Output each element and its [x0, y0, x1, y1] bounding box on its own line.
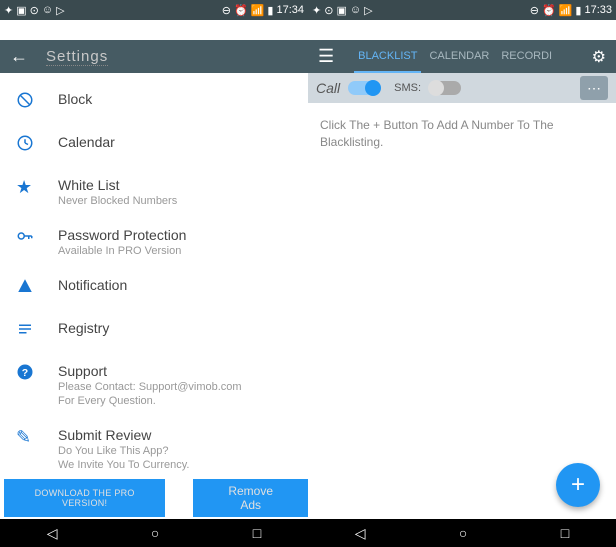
nav-back-right[interactable]: ◁ — [355, 525, 366, 542]
app-icon: ✦ — [312, 4, 321, 17]
gear-icon[interactable]: ⚙ — [592, 47, 606, 67]
whitelist-label: White List — [58, 177, 292, 193]
review-label: Submit Review — [58, 427, 292, 443]
setting-password[interactable]: Password Protection Available In PRO Ver… — [0, 217, 308, 267]
support-label: Support — [58, 363, 292, 379]
setting-notification[interactable]: Notification — [0, 267, 308, 310]
clock: 17:33 — [584, 4, 612, 16]
setting-support[interactable]: ? Support Please Contact: Support@vimob.… — [0, 353, 308, 417]
tabs-header: ☰ BLACKLIST CALENDAR RECORDI ⚙ — [308, 40, 616, 73]
review-sub1: Do You Like This App? — [58, 445, 292, 457]
nav-recent-left[interactable]: □ — [253, 525, 261, 541]
setting-block[interactable]: Block — [0, 81, 308, 124]
sms-toggle[interactable] — [429, 81, 461, 95]
clock: 17:34 — [276, 4, 304, 16]
battery-icon: ▮ — [267, 4, 273, 17]
play-icon: ▷ — [364, 4, 372, 17]
setting-whitelist[interactable]: ★ White List Never Blocked Numbers — [0, 167, 308, 217]
status-bar-right: ✦ ⊙ ▣ ☺ ▷ ⊖ ⏰ 📶 ▮ 17:33 — [308, 0, 616, 20]
setting-review[interactable]: ✎ Submit Review Do You Like This App? We… — [0, 417, 308, 481]
alarm-icon: ⏰ — [542, 4, 556, 17]
tab-recordi[interactable]: RECORDI — [497, 41, 556, 73]
whitelist-sub: Never Blocked Numbers — [58, 195, 292, 207]
add-fab[interactable]: + — [556, 463, 600, 507]
whatsapp-icon: ☺ — [42, 4, 53, 17]
nav-home-left[interactable]: ○ — [151, 525, 159, 541]
page-title: Settings — [46, 48, 108, 66]
image-icon: ▣ — [336, 4, 346, 17]
dnd-icon: ⊖ — [222, 4, 231, 17]
sms-label: SMS: — [394, 82, 421, 94]
call-label: Call — [316, 80, 340, 96]
password-label: Password Protection — [58, 227, 292, 243]
warning-icon — [16, 277, 40, 300]
setting-calendar[interactable]: Calendar — [0, 124, 308, 167]
nav-bar: ◁ ○ □ ◁ ○ □ — [0, 519, 616, 547]
svg-text:?: ? — [22, 367, 28, 379]
whatsapp-icon: ☺ — [350, 4, 361, 17]
more-button[interactable]: ⋯ — [580, 76, 608, 100]
star-icon: ★ — [16, 177, 40, 198]
location-icon: ⊙ — [324, 4, 333, 17]
image-icon: ▣ — [16, 4, 26, 17]
support-sub2: For Every Question. — [58, 395, 292, 407]
tab-calendar[interactable]: CALENDAR — [425, 41, 493, 73]
block-label: Block — [58, 91, 292, 107]
nav-recent-right[interactable]: □ — [561, 525, 569, 541]
download-pro-button[interactable]: DOWNLOAD THE PRO VERSION! — [4, 479, 165, 517]
pencil-icon: ✎ — [16, 427, 40, 448]
setting-registry[interactable]: Registry — [0, 310, 308, 353]
call-toggle[interactable] — [348, 81, 380, 95]
alarm-icon: ⏰ — [234, 4, 248, 17]
back-button[interactable]: ← — [10, 46, 28, 67]
location-icon: ⊙ — [30, 4, 39, 17]
tab-blacklist[interactable]: BLACKLIST — [354, 41, 421, 73]
status-bar-left: ✦ ▣ ⊙ ☺ ▷ ⊖ ⏰ 📶 ▮ 17:34 — [0, 0, 308, 20]
play-icon: ▷ — [56, 4, 64, 17]
clock-icon — [16, 134, 40, 157]
help-icon: ? — [16, 363, 40, 386]
key-icon — [16, 227, 40, 250]
app-icon: ✦ — [4, 4, 13, 17]
dnd-icon: ⊖ — [530, 4, 539, 17]
support-sub1: Please Contact: Support@vimob.com — [58, 381, 292, 393]
list-icon — [16, 320, 40, 343]
signal-icon: 📶 — [559, 4, 573, 17]
blacklist-hint: Click The + Button To Add A Number To Th… — [308, 103, 616, 165]
calendar-label: Calendar — [58, 134, 292, 150]
settings-header: ← Settings — [0, 40, 308, 73]
toggle-bar: Call SMS: ⋯ — [308, 73, 616, 103]
password-sub: Available In PRO Version — [58, 245, 292, 257]
nav-home-right[interactable]: ○ — [459, 525, 467, 541]
registry-label: Registry — [58, 320, 292, 336]
review-sub2: We Invite You To Currency. — [58, 459, 292, 471]
notification-label: Notification — [58, 277, 292, 293]
signal-icon: 📶 — [251, 4, 265, 17]
remove-ads-button[interactable]: Remove Ads — [193, 479, 308, 517]
battery-icon: ▮ — [575, 4, 581, 17]
block-icon — [16, 91, 40, 114]
menu-icon[interactable]: ☰ — [318, 46, 334, 67]
nav-back-left[interactable]: ◁ — [47, 525, 58, 542]
